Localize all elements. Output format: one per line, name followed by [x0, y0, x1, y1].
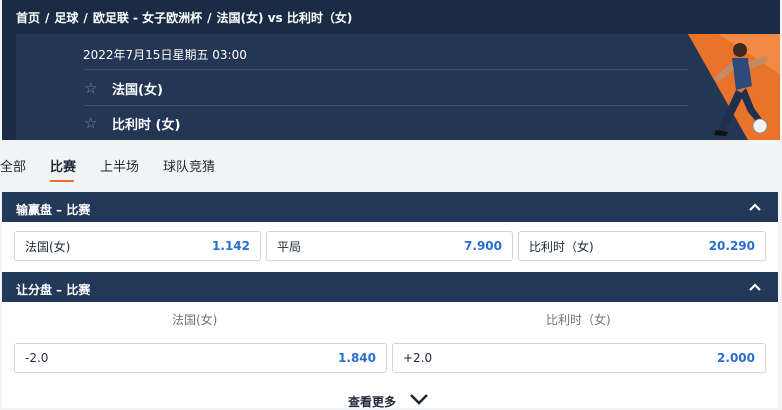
odds-label: 法国(女)	[25, 239, 71, 254]
star-icon[interactable]: ☆	[84, 114, 112, 132]
tab-match[interactable]: 比赛	[50, 146, 88, 184]
handicap-team-home: 法国(女)	[172, 313, 218, 327]
odds-value: 7.900	[464, 239, 502, 253]
team-away-name: 比利时 (女)	[112, 117, 181, 133]
odds-value: 20.290	[708, 239, 755, 253]
team-row-home: ☆ 法国(女)	[84, 77, 163, 99]
odds-value: 1.840	[338, 351, 376, 365]
tab-all[interactable]: 全部	[0, 146, 38, 184]
handicap-line: -2.0	[25, 351, 49, 365]
odds-value: 2.000	[717, 351, 755, 365]
odds-button-away[interactable]: 比利时（女) 20.290	[518, 231, 766, 261]
chevron-down-icon[interactable]	[408, 392, 430, 406]
breadcrumb: 首页 / 足球 / 欧足联 - 女子欧洲杯 / 法国(女) vs 比利时（女)	[16, 11, 353, 25]
breadcrumb-home[interactable]: 首页	[16, 11, 40, 25]
team-home-name: 法国(女)	[112, 82, 163, 98]
soccer-player-banner	[688, 34, 780, 140]
moneyline-odds-row: 法国(女) 1.142 平局 7.900 比利时（女) 20.290	[2, 222, 778, 272]
tab-first-half[interactable]: 上半场	[100, 146, 151, 184]
breadcrumb-league[interactable]: 欧足联 - 女子欧洲杯	[93, 11, 202, 25]
tab-team-bets[interactable]: 球队竞猜	[163, 146, 227, 184]
moneyline-title: 输赢盘 – 比赛	[16, 203, 91, 217]
chevron-up-icon[interactable]	[748, 200, 762, 214]
market-tabs: 全部 比赛 上半场 球队竞猜	[0, 146, 239, 184]
see-more-label: 查看更多	[348, 395, 397, 409]
handicap-section-header[interactable]: 让分盘 – 比赛	[2, 272, 778, 302]
breadcrumb-football[interactable]: 足球	[54, 11, 78, 25]
handicap-odds-row: -2.0 1.840 +2.0 2.000	[2, 334, 778, 382]
divider	[84, 105, 688, 106]
divider	[84, 69, 688, 70]
odds-label: 比利时（女)	[529, 239, 594, 254]
odds-label: 平局	[277, 239, 302, 254]
team-row-away: ☆ 比利时 (女)	[84, 112, 180, 134]
handicap-team-away: 比利时（女)	[546, 313, 611, 327]
handicap-line: +2.0	[403, 351, 433, 365]
soccer-player-illustration	[688, 34, 780, 140]
handicap-column-headers: 法国(女) 比利时（女)	[2, 302, 778, 334]
match-header: 首页 / 足球 / 欧足联 - 女子欧洲杯 / 法国(女) vs 比利时（女) 2022年7…	[2, 0, 780, 140]
odds-button-draw[interactable]: 平局 7.900	[266, 231, 513, 261]
star-icon[interactable]: ☆	[84, 79, 112, 97]
chevron-up-icon[interactable]	[748, 280, 762, 294]
handicap-button-away[interactable]: +2.0 2.000	[392, 343, 766, 373]
handicap-title: 让分盘 – 比赛	[16, 283, 91, 297]
match-info-panel: 2022年7月15日星期五 03:00 ☆ 法国(女) ☆ 比利时 (女)	[16, 34, 688, 140]
see-more-button[interactable]: 查看更多	[2, 382, 778, 409]
odds-button-home[interactable]: 法国(女) 1.142	[14, 231, 261, 261]
match-datetime: 2022年7月15日星期五 03:00	[83, 48, 247, 62]
odds-value: 1.142	[212, 239, 250, 253]
moneyline-section-header[interactable]: 输赢盘 – 比赛	[2, 192, 778, 222]
breadcrumb-match: 法国(女) vs 比利时（女)	[216, 11, 353, 25]
handicap-button-home[interactable]: -2.0 1.840	[14, 343, 387, 373]
